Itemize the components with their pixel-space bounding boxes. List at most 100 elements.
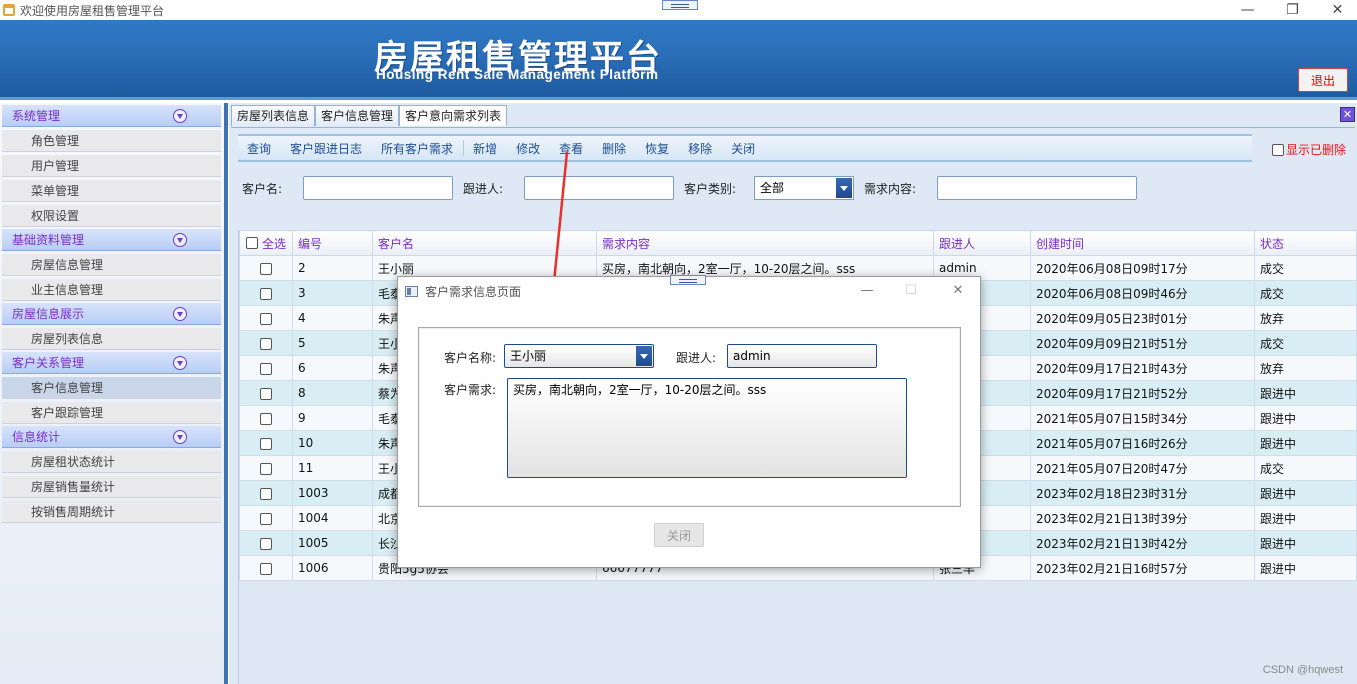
row-checkbox[interactable] bbox=[260, 287, 272, 300]
row-checkbox[interactable] bbox=[260, 337, 272, 350]
demand-input[interactable] bbox=[937, 176, 1137, 200]
sidebar-item-rent-status-stats[interactable]: 房屋租状态统计 bbox=[2, 451, 221, 473]
row-checkbox[interactable] bbox=[260, 437, 272, 450]
collapse-chevron-icon[interactable] bbox=[173, 307, 187, 321]
customer-name-input[interactable] bbox=[303, 176, 453, 200]
maximize-button[interactable]: ❐ bbox=[1270, 0, 1315, 20]
row-select-cell[interactable] bbox=[239, 530, 293, 556]
sidebar-item-roles[interactable]: 角色管理 bbox=[2, 130, 221, 152]
row-select-cell[interactable] bbox=[239, 555, 293, 581]
column-header-id[interactable]: 编号 bbox=[292, 230, 373, 256]
all-demands-button[interactable]: 所有客户需求 bbox=[381, 140, 453, 157]
collapse-chevron-icon[interactable] bbox=[173, 233, 187, 247]
row-checkbox[interactable] bbox=[260, 537, 272, 550]
query-button[interactable]: 查询 bbox=[247, 140, 271, 157]
row-checkbox[interactable] bbox=[260, 262, 272, 275]
show-deleted-toggle[interactable]: 显示已删除 bbox=[1272, 141, 1346, 158]
row-checkbox[interactable] bbox=[260, 462, 272, 475]
sidebar-item-permissions[interactable]: 权限设置 bbox=[2, 205, 221, 227]
collapse-chevron-icon[interactable] bbox=[173, 356, 187, 370]
sidebar-item-menus[interactable]: 菜单管理 bbox=[2, 180, 221, 202]
row-select-cell[interactable] bbox=[239, 480, 293, 506]
dialog-follower-input[interactable]: admin bbox=[727, 344, 877, 368]
menu-group-system[interactable]: 系统管理 bbox=[2, 105, 221, 127]
tab-house-list[interactable]: 房屋列表信息 bbox=[231, 105, 316, 126]
menu-group-statistics[interactable]: 信息统计 bbox=[2, 426, 221, 448]
drag-grip-icon[interactable] bbox=[662, 0, 698, 10]
dialog-demand-label: 客户需求: bbox=[444, 383, 497, 397]
sidebar-item-house-list[interactable]: 房屋列表信息 bbox=[2, 328, 221, 350]
dialog-demand-textarea[interactable]: 买房，南北朝向，2室一厅，10-20层之间。sss bbox=[507, 378, 907, 478]
restore-button[interactable]: 恢复 bbox=[645, 140, 669, 157]
filter-customer-type: 客户类别: bbox=[684, 176, 736, 200]
edit-button[interactable]: 修改 bbox=[516, 140, 540, 157]
chevron-down-icon[interactable] bbox=[636, 346, 652, 366]
row-select-cell[interactable] bbox=[239, 505, 293, 531]
row-select-cell[interactable] bbox=[239, 280, 293, 306]
column-header-demand[interactable]: 需求内容 bbox=[596, 230, 934, 256]
cell-id: 8 bbox=[292, 380, 373, 406]
dialog-close-icon[interactable]: ✕ bbox=[943, 281, 973, 301]
customer-type-label: 客户类别: bbox=[684, 181, 737, 196]
show-deleted-checkbox[interactable] bbox=[1272, 143, 1284, 156]
column-header-created[interactable]: 创建时间 bbox=[1030, 230, 1255, 256]
row-checkbox[interactable] bbox=[260, 312, 272, 325]
row-select-cell[interactable] bbox=[239, 355, 293, 381]
cell-status: 成交 bbox=[1254, 455, 1357, 481]
close-tab-icon[interactable]: ✕ bbox=[1340, 107, 1355, 122]
row-select-cell[interactable] bbox=[239, 405, 293, 431]
window-close-button[interactable]: ✕ bbox=[1315, 0, 1357, 20]
menu-group-house-display[interactable]: 房屋信息展示 bbox=[2, 303, 221, 325]
remove-button[interactable]: 移除 bbox=[688, 140, 712, 157]
sidebar-item-customer-tracking[interactable]: 客户跟踪管理 bbox=[2, 402, 221, 424]
row-checkbox[interactable] bbox=[260, 387, 272, 400]
menu-group-basic-data[interactable]: 基础资料管理 bbox=[2, 229, 221, 251]
sidebar-item-customer-info[interactable]: 客户信息管理 bbox=[2, 377, 221, 399]
row-select-cell[interactable] bbox=[239, 330, 293, 356]
followup-log-button[interactable]: 客户跟进日志 bbox=[290, 140, 362, 157]
row-select-cell[interactable] bbox=[239, 305, 293, 331]
dialog-minimize-button[interactable]: — bbox=[852, 281, 882, 301]
dialog-customer-name-select[interactable]: 王小丽 bbox=[504, 344, 654, 368]
row-select-cell[interactable] bbox=[239, 255, 293, 281]
dialog-close-button[interactable]: 关闭 bbox=[654, 523, 704, 547]
row-select-cell[interactable] bbox=[239, 455, 293, 481]
cell-status: 跟进中 bbox=[1254, 530, 1357, 556]
sidebar-item-house-info[interactable]: 房屋信息管理 bbox=[2, 254, 221, 276]
sidebar-item-sales-volume-stats[interactable]: 房屋销售量统计 bbox=[2, 476, 221, 498]
tab-customer-demand-list[interactable]: 客户意向需求列表 bbox=[399, 105, 508, 126]
logout-button[interactable]: 退出 bbox=[1298, 68, 1348, 92]
cell-created: 2023年02月21日13时39分 bbox=[1030, 505, 1255, 531]
row-checkbox[interactable] bbox=[260, 512, 272, 525]
dialog-maximize-button[interactable]: ☐ bbox=[896, 281, 926, 301]
customer-type-select[interactable]: 全部 bbox=[754, 176, 854, 200]
cell-created: 2020年09月17日21时43分 bbox=[1030, 355, 1255, 381]
select-all-checkbox[interactable] bbox=[245, 237, 258, 249]
add-button[interactable]: 新增 bbox=[473, 140, 497, 157]
sidebar-item-owner-info[interactable]: 业主信息管理 bbox=[2, 279, 221, 301]
sidebar-item-users[interactable]: 用户管理 bbox=[2, 155, 221, 177]
row-select-cell[interactable] bbox=[239, 430, 293, 456]
delete-button[interactable]: 删除 bbox=[602, 140, 626, 157]
minimize-button[interactable]: — bbox=[1225, 0, 1270, 20]
column-header-follower[interactable]: 跟进人 bbox=[933, 230, 1031, 256]
close-button[interactable]: 关闭 bbox=[731, 140, 755, 157]
row-checkbox[interactable] bbox=[260, 562, 272, 575]
collapse-chevron-icon[interactable] bbox=[173, 109, 187, 123]
column-header-status[interactable]: 状态 bbox=[1254, 230, 1357, 256]
tab-customer-info[interactable]: 客户信息管理 bbox=[315, 105, 400, 126]
row-checkbox[interactable] bbox=[260, 487, 272, 500]
select-all-header[interactable]: 全选 bbox=[239, 230, 293, 256]
menu-group-crm[interactable]: 客户关系管理 bbox=[2, 352, 221, 374]
row-checkbox[interactable] bbox=[260, 412, 272, 425]
row-checkbox[interactable] bbox=[260, 362, 272, 375]
dialog-select-dropdown[interactable] bbox=[634, 346, 652, 366]
dialog-window-icon bbox=[405, 285, 418, 297]
filter-follower: 跟进人: bbox=[463, 176, 503, 200]
dialog-drag-grip-icon[interactable] bbox=[670, 275, 706, 285]
menu-group-label: 基础资料管理 bbox=[12, 233, 85, 247]
row-select-cell[interactable] bbox=[239, 380, 293, 406]
sidebar-item-sales-period-stats[interactable]: 按销售周期统计 bbox=[2, 501, 221, 523]
collapse-chevron-icon[interactable] bbox=[173, 430, 187, 444]
chevron-down-icon[interactable] bbox=[836, 178, 852, 198]
